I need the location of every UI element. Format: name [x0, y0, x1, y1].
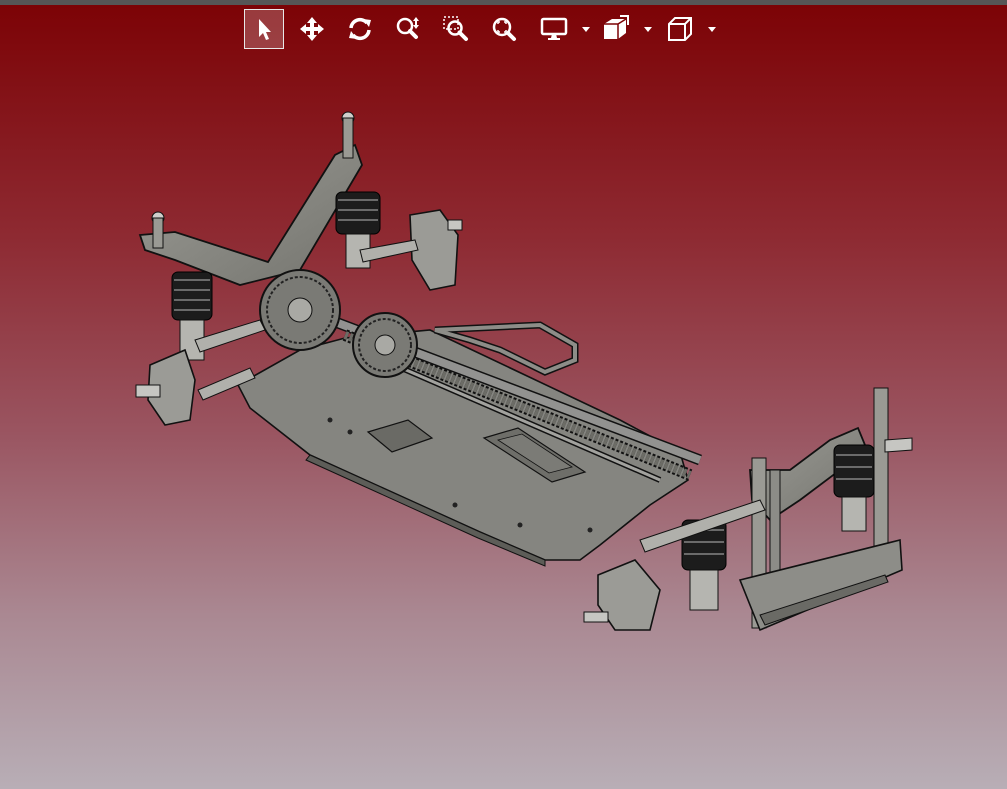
move-arrows-icon	[300, 17, 324, 41]
section-view-dropdown-arrow[interactable]	[642, 21, 654, 37]
view-toolbar	[244, 9, 724, 49]
cube-icon	[668, 17, 692, 41]
window-top-strip	[0, 0, 1007, 5]
3d-viewport[interactable]	[0, 60, 1007, 789]
pan-tool-button[interactable]	[292, 9, 332, 49]
select-tool-button[interactable]	[244, 9, 284, 49]
rotate-icon	[349, 17, 371, 41]
chevron-down-icon	[644, 26, 652, 32]
zoom-fit-tool-button[interactable]	[484, 9, 524, 49]
standard-views-button[interactable]	[660, 9, 700, 49]
monitor-icon	[540, 17, 568, 40]
cursor-arrow-icon	[259, 19, 271, 40]
zoom-tool-button[interactable]	[388, 9, 428, 49]
zoom-window-tool-button[interactable]	[436, 9, 476, 49]
rear-shock-right	[833, 444, 875, 532]
section-view-button[interactable]	[596, 9, 636, 49]
display-mode-dropdown-arrow[interactable]	[580, 21, 592, 37]
chassis-model[interactable]	[0, 60, 1007, 789]
display-mode-button[interactable]	[534, 9, 574, 49]
chevron-down-icon	[708, 26, 716, 32]
rotate-tool-button[interactable]	[340, 9, 380, 49]
standard-views-dropdown-arrow[interactable]	[706, 21, 718, 37]
zoom-updown-icon	[396, 17, 419, 39]
front-shock-tower	[138, 111, 363, 286]
zoom-fit-icon	[492, 17, 516, 41]
chevron-down-icon	[582, 26, 590, 32]
section-cube-icon	[604, 15, 629, 39]
zoom-window-icon	[443, 16, 468, 41]
